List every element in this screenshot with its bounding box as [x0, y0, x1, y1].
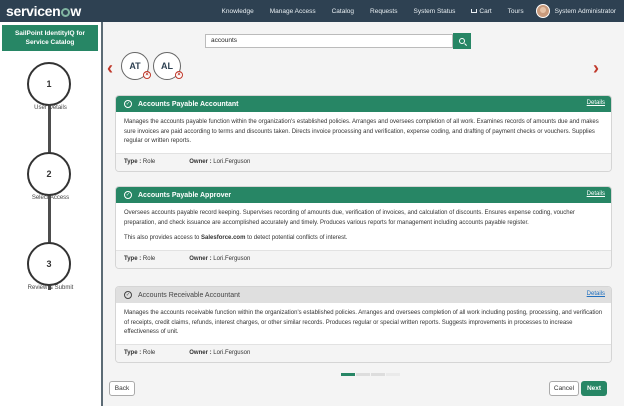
owner-label: Owner : [189, 256, 212, 262]
nav-knowledge[interactable]: Knowledge [222, 8, 254, 15]
back-button[interactable]: Back [109, 381, 135, 396]
card-title: Accounts Payable Approver [138, 191, 232, 199]
card-description: Oversees accounts payable record keeping… [116, 203, 611, 251]
description-text: Manages the accounts payable function wi… [124, 119, 599, 144]
card-header[interactable]: ✓ Accounts Payable Accountant Details [116, 96, 611, 112]
card-footer: Type : Role Owner : Lori.Ferguson [116, 250, 611, 268]
page-indicator[interactable] [371, 373, 385, 376]
description-text: Oversees accounts payable record keeping… [124, 210, 575, 226]
user-avatar[interactable] [535, 4, 550, 18]
step-1-label: User Details [34, 105, 67, 111]
step-1-number: 1 [46, 79, 52, 89]
owner-value: Lori.Ferguson [213, 350, 251, 356]
logo-text-end: w [70, 3, 82, 19]
search-input[interactable]: accounts [205, 34, 453, 48]
servicenow-logo[interactable]: servicen w [6, 3, 81, 19]
details-link[interactable]: Details [587, 191, 605, 197]
type-label: Type : [124, 159, 142, 165]
card-header[interactable]: ✓ Accounts Payable Approver Details [116, 187, 611, 203]
card-footer: Type : Role Owner : Lori.Ferguson [116, 344, 611, 362]
step-1-circle[interactable]: 1 [27, 62, 71, 106]
page-indicator[interactable] [356, 373, 370, 376]
main-nav: Knowledge Manage Access Catalog Requests… [206, 0, 616, 22]
cart-icon [471, 8, 478, 13]
sidebar-title: SailPoint IdentityIQ for Service Catalog [2, 25, 98, 51]
chevron-left-icon[interactable]: ‹ [107, 58, 113, 79]
remove-icon[interactable]: × [143, 71, 151, 79]
step-3-label: Review & Submit [27, 285, 74, 291]
remove-icon[interactable]: × [175, 71, 183, 79]
details-link[interactable]: Details [587, 291, 605, 297]
identity-chip-at: AT × [121, 52, 151, 80]
step-3-number: 3 [46, 259, 52, 269]
access-card: ✓ Accounts Payable Approver Details Over… [115, 186, 612, 269]
card-header[interactable]: ✓ Accounts Receivable Accountant Details [116, 287, 611, 303]
nav-cart-label: Cart [479, 7, 492, 15]
owner-value: Lori.Ferguson [213, 256, 251, 262]
wizard-sidebar: SailPoint IdentityIQ for Service Catalog… [0, 22, 103, 406]
step-3-circle[interactable]: 3 [27, 242, 71, 286]
check-circle-icon[interactable]: ✓ [124, 100, 132, 108]
check-circle-icon[interactable]: ✓ [124, 191, 132, 199]
description-text: Manages the accounts receivable function… [124, 310, 603, 335]
card-description: Manages the accounts receivable function… [116, 303, 611, 345]
logo-o-icon [60, 8, 70, 17]
nav-catalog[interactable]: Catalog [332, 8, 354, 15]
type-label: Type : [124, 256, 142, 262]
logo-text: servicen [6, 3, 61, 19]
pagination [341, 373, 401, 376]
access-note: This also provides access to Salesforce.… [124, 234, 603, 244]
type-value: Role [142, 350, 156, 356]
type-label: Type : [124, 350, 142, 356]
search-icon [459, 38, 465, 44]
owner-value: Lori.Ferguson [213, 159, 251, 165]
nav-tours[interactable]: Tours [508, 8, 524, 15]
nav-system-status[interactable]: System Status [413, 8, 455, 15]
identity-initials: AT [129, 61, 141, 71]
access-card: ✓ Accounts Receivable Accountant Details… [115, 286, 612, 363]
nav-manage-access[interactable]: Manage Access [270, 8, 316, 15]
access-note-prefix: This also provides access to [124, 235, 202, 241]
type-value: Role [142, 159, 156, 165]
page-indicator-active[interactable] [341, 373, 355, 376]
step-2-label: Select Access [31, 195, 70, 201]
card-title: Accounts Receivable Accountant [138, 291, 240, 299]
main-content: accounts ‹ › AT × AL × ✓ Accounts Payable … [105, 22, 624, 406]
access-card: ✓ Accounts Payable Accountant Details Ma… [115, 95, 612, 172]
salesforce-link: Salesforce.com [201, 235, 246, 241]
next-button[interactable]: Next [581, 381, 607, 396]
page-indicator[interactable] [386, 373, 400, 376]
step-2-circle[interactable]: 2 [27, 152, 71, 196]
card-footer: Type : Role Owner : Lori.Ferguson [116, 153, 611, 171]
card-description: Manages the accounts payable function wi… [116, 112, 611, 154]
details-link[interactable]: Details [587, 100, 605, 106]
check-circle-icon[interactable]: ✓ [124, 291, 132, 299]
owner-label: Owner : [189, 350, 212, 356]
step-2-number: 2 [46, 169, 52, 179]
cancel-button[interactable]: Cancel [549, 381, 579, 396]
card-title: Accounts Payable Accountant [138, 100, 239, 108]
search-button[interactable] [453, 33, 471, 49]
user-menu[interactable]: System Administrator [555, 8, 616, 15]
nav-cart[interactable]: Cart [471, 7, 492, 15]
owner-label: Owner : [189, 159, 212, 165]
chevron-right-icon[interactable]: › [593, 58, 599, 79]
type-value: Role [142, 256, 156, 262]
nav-requests[interactable]: Requests [370, 8, 397, 15]
access-note-suffix: to detect potential conflicts of interes… [245, 235, 348, 241]
identity-chip-al: AL × [153, 52, 183, 80]
identity-initials: AL [161, 61, 173, 71]
top-navigation-bar: servicen w Knowledge Manage Access Catalo… [0, 0, 624, 22]
